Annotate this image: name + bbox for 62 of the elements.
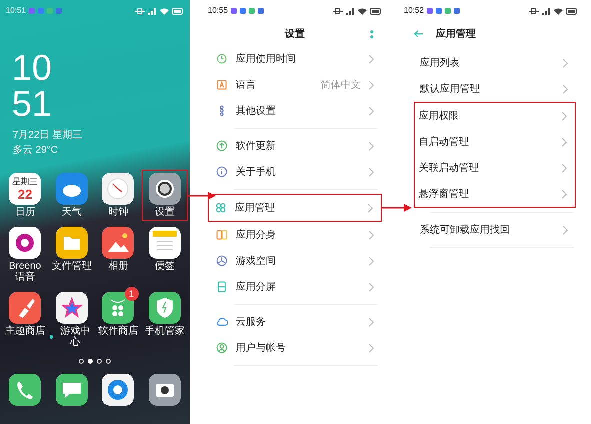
list-row[interactable]: 应用权限 (415, 103, 575, 129)
list-row[interactable]: 语言 简体中文 (204, 72, 386, 98)
list-row[interactable]: 应用管理 (209, 195, 381, 221)
app-label[interactable]: 手机管家 (144, 326, 185, 337)
list-row[interactable]: 软件更新 (204, 133, 386, 159)
calendar-icon[interactable]: 星期三 22 (9, 173, 42, 205)
status-time: 10:52 (404, 5, 424, 17)
screen-title: 设置 (285, 28, 305, 42)
list-row[interactable]: 应用分身 (204, 222, 386, 248)
app-label[interactable]: 游戏中心 (57, 326, 94, 348)
list-row[interactable]: 游戏空间 (204, 248, 386, 274)
row-label: 应用列表 (420, 56, 461, 70)
app-label[interactable]: 日历 (15, 207, 36, 218)
list-row[interactable]: 云服务 (204, 309, 386, 335)
app-label[interactable]: 文件管理 (52, 261, 92, 272)
row-label: 软件更新 (236, 140, 277, 154)
row-value: 简体中文 (321, 78, 361, 92)
list-row[interactable]: 应用使用时间 (204, 46, 386, 72)
row-label: 悬浮窗管理 (419, 188, 470, 202)
row-label: 用户与帐号 (236, 342, 287, 356)
list-row[interactable]: 用户与帐号 (204, 335, 386, 361)
list-row[interactable]: 悬浮窗管理 (415, 181, 575, 207)
list-row[interactable]: 关联启动管理 (415, 155, 575, 181)
row-label: 语言 (236, 78, 257, 92)
app-label[interactable]: 软件商店 (98, 326, 138, 337)
app-label[interactable]: 时钟 (108, 207, 128, 218)
app-label[interactable]: Breeno 语音 (3, 261, 48, 283)
app-label[interactable]: 便签 (154, 261, 175, 272)
date-text: 7月22日 星期三 (13, 128, 84, 143)
row-label: 应用分屏 (236, 280, 277, 294)
row-label: 应用权限 (419, 110, 460, 124)
row-label: 游戏空间 (236, 254, 277, 268)
row-label: 应用管理 (235, 202, 276, 216)
row-label: 应用使用时间 (236, 52, 297, 66)
list-row[interactable]: 应用分屏 (204, 274, 386, 300)
app-label[interactable]: 设置 (154, 207, 175, 218)
app-label[interactable]: 天气 (62, 207, 82, 218)
row-label: 默认应用管理 (420, 82, 481, 96)
list-row[interactable]: 默认应用管理 (400, 76, 582, 102)
row-label: 云服务 (236, 316, 267, 330)
row-label: 关联启动管理 (419, 162, 480, 176)
list-row[interactable]: 其他设置 (204, 98, 386, 124)
row-label: 应用分身 (236, 228, 277, 242)
status-time: 10:51 (6, 5, 26, 17)
clock-minute: 51 (12, 86, 54, 122)
calendar-weekday: 星期三 (12, 178, 38, 187)
notification-badge: 1 (124, 287, 138, 301)
app-label[interactable]: 主题商店 (5, 326, 46, 337)
weather-text: 多云 29°C (13, 144, 60, 158)
screen-title: 应用管理 (436, 27, 476, 42)
list-row[interactable]: 系统可卸载应用找回 (400, 217, 582, 243)
app-label[interactable]: 相册 (108, 261, 128, 272)
list-row[interactable]: 应用列表 (400, 50, 582, 76)
clock-hour: 10 (12, 50, 54, 86)
list-row[interactable]: 关于手机 (204, 159, 386, 185)
list-row[interactable]: 自启动管理 (415, 129, 575, 155)
row-label: 其他设置 (236, 104, 277, 118)
row-label: 关于手机 (236, 166, 277, 180)
status-time: 10:55 (208, 5, 228, 17)
calendar-day: 22 (18, 188, 32, 200)
row-label: 自启动管理 (419, 136, 470, 150)
row-label: 系统可卸载应用找回 (420, 224, 511, 238)
